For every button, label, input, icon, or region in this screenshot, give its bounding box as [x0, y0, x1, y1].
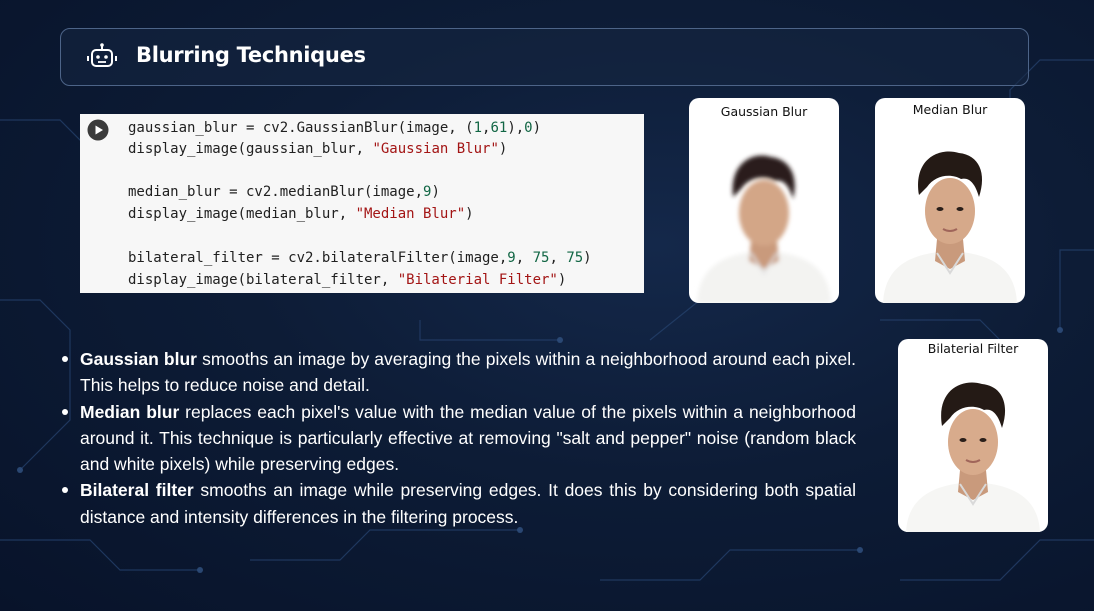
gaussian-blur-image-card: Gaussian Blur [689, 98, 839, 303]
bullet-text: smooths an image by averaging the pixels… [80, 349, 857, 396]
bullet-list: Gaussian blur smooths an image by averag… [62, 346, 857, 530]
code-line: display_image(bilateral_filter, "Bilater… [128, 272, 567, 288]
image-caption: Bilaterial Filter [927, 341, 1019, 356]
run-cell-button[interactable] [87, 119, 109, 141]
image-caption: Gaussian Blur [720, 104, 808, 119]
image-caption: Median Blur [912, 102, 988, 117]
bullet-text: smooths an image while preserving edges.… [80, 480, 856, 527]
list-item: Median blur replaces each pixel's value … [62, 399, 856, 478]
code-cell: gaussian_blur = cv2.GaussianBlur(image, … [80, 114, 644, 293]
title-bar: Blurring Techniques [60, 28, 1029, 86]
portrait-image [697, 155, 831, 303]
bullet-icon [62, 408, 68, 415]
code-line: display_image(median_blur, "Median Blur"… [128, 206, 474, 222]
list-item: Bilateral filter smooths an image while … [62, 477, 856, 530]
bilateral-filter-image-card: Bilaterial Filter [898, 339, 1048, 532]
page-title: Blurring Techniques [136, 43, 366, 67]
portrait-image [883, 151, 1017, 303]
code-line: display_image(gaussian_blur, "Gaussian B… [128, 141, 508, 157]
median-blur-image-card: Median Blur [875, 98, 1025, 303]
robot-icon [87, 43, 117, 67]
bullet-term: Gaussian blur [80, 349, 197, 369]
bullet-term: Bilateral filter [80, 480, 194, 501]
bullet-term: Median blur [80, 401, 180, 422]
list-item: Gaussian blur smooths an image by averag… [62, 346, 857, 399]
code-line: bilateral_filter = cv2.bilateralFilter(i… [128, 250, 592, 266]
bullet-text: replaces each pixel's value with the med… [80, 401, 856, 475]
portrait-image [906, 382, 1040, 532]
bullet-icon [62, 356, 68, 362]
code-line: median_blur = cv2.medianBlur(image,9) [128, 184, 440, 200]
code-line: gaussian_blur = cv2.GaussianBlur(image, … [128, 120, 542, 136]
